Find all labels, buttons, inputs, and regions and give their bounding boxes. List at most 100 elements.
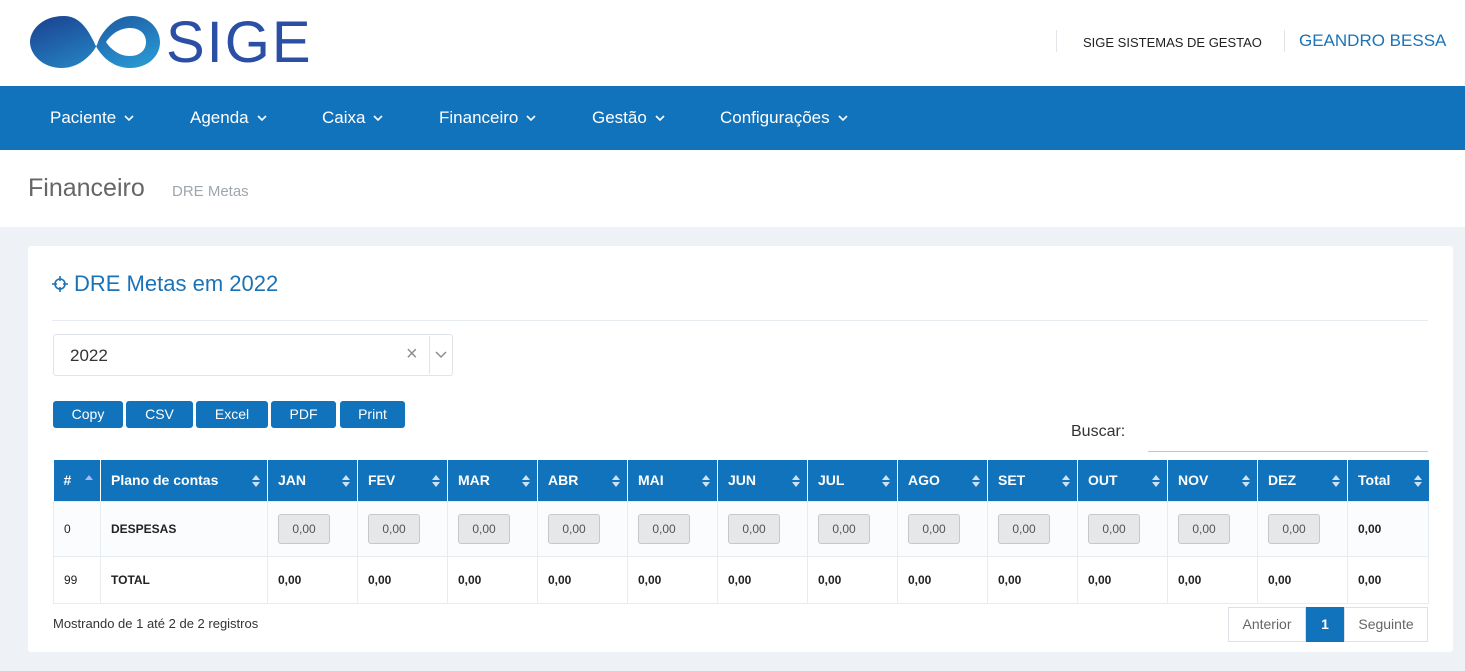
- search-input[interactable]: [1148, 416, 1428, 452]
- month-value-input[interactable]: 0,00: [1268, 513, 1320, 544]
- column-header-label: MAI: [638, 472, 664, 489]
- column-header-6[interactable]: MAI: [627, 460, 718, 501]
- column-header-10[interactable]: SET: [987, 460, 1078, 501]
- table-cell: 0,00: [267, 555, 358, 604]
- column-header-label: NOV: [1178, 472, 1209, 489]
- table-cell: 99: [53, 555, 101, 604]
- nav-item-agenda[interactable]: Agenda: [190, 86, 267, 150]
- table-cell: TOTAL: [100, 555, 268, 604]
- column-header-label: JUL: [818, 472, 845, 489]
- page-subtitle: DRE Metas: [172, 183, 249, 200]
- month-value-input[interactable]: 0,00: [368, 513, 420, 544]
- portlet-title: DRE Metas em 2022: [52, 271, 278, 297]
- excel-button[interactable]: Excel: [196, 401, 268, 428]
- month-value-input[interactable]: 0,00: [638, 513, 690, 544]
- nav-item-paciente[interactable]: Paciente: [50, 86, 134, 150]
- table-cell: 0,00: [987, 555, 1078, 604]
- select-separator: [429, 336, 430, 374]
- portlet-title-text: DRE Metas em 2022: [74, 271, 279, 296]
- column-header-9[interactable]: AGO: [897, 460, 988, 501]
- month-value-input[interactable]: 0,00: [1178, 513, 1230, 544]
- column-header-14[interactable]: Total: [1347, 460, 1429, 501]
- table-cell: 0,00: [1167, 500, 1258, 557]
- dre-table: # Plano de contas JAN FEV MAR ABR MAI JUN JUL AGO…: [53, 460, 1429, 604]
- pagination-page-1[interactable]: 1: [1306, 607, 1344, 642]
- chevron-down-icon: [124, 115, 134, 122]
- column-header-1[interactable]: Plano de contas: [100, 460, 268, 501]
- column-header-label: SET: [998, 472, 1026, 489]
- nav-item-label: Gestão: [592, 108, 647, 127]
- column-header-label: Total: [1358, 472, 1391, 489]
- month-value-input[interactable]: 0,00: [548, 513, 600, 544]
- year-select[interactable]: 2022 ×: [53, 334, 453, 376]
- table-cell: 0,00: [537, 555, 628, 604]
- table-cell: 0,00: [627, 500, 718, 557]
- table-cell: 0,00: [1167, 555, 1258, 604]
- column-header-3[interactable]: FEV: [357, 460, 448, 501]
- month-value-input[interactable]: 0,00: [458, 513, 510, 544]
- nav-item-gestao[interactable]: Gestão: [592, 86, 665, 150]
- table-cell: 0,00: [357, 555, 448, 604]
- column-header-13[interactable]: DEZ: [1257, 460, 1348, 501]
- pagination-next[interactable]: Seguinte: [1344, 607, 1428, 642]
- clear-icon[interactable]: ×: [406, 343, 418, 366]
- column-header-11[interactable]: OUT: [1077, 460, 1168, 501]
- nav-item-label: Agenda: [190, 108, 249, 127]
- user-menu[interactable]: GEANDRO BESSA: [1299, 31, 1446, 51]
- copy-button[interactable]: Copy: [53, 401, 123, 428]
- sort-icon: [882, 475, 890, 487]
- table-cell: 0,00: [1257, 555, 1348, 604]
- table-cell: 0,00: [1077, 500, 1168, 557]
- column-header-label: AGO: [908, 472, 940, 489]
- nav-item-financeiro[interactable]: Financeiro: [439, 86, 536, 150]
- sort-icon: [1332, 475, 1340, 487]
- column-header-label: MAR: [458, 472, 490, 489]
- column-header-4[interactable]: MAR: [447, 460, 538, 501]
- divider: [52, 320, 1428, 321]
- month-value-input[interactable]: 0,00: [998, 513, 1050, 544]
- sort-icon: [522, 475, 530, 487]
- column-header-0[interactable]: #: [53, 460, 101, 501]
- nav-item-configuracoes[interactable]: Configurações: [720, 86, 848, 150]
- column-header-7[interactable]: JUN: [717, 460, 808, 501]
- month-value-input[interactable]: 0,00: [908, 513, 960, 544]
- print-button[interactable]: Print: [340, 401, 405, 428]
- column-header-12[interactable]: NOV: [1167, 460, 1258, 501]
- pagination-prev[interactable]: Anterior: [1228, 607, 1306, 642]
- column-header-label: ABR: [548, 472, 579, 489]
- table-cell: 0,00: [717, 500, 808, 557]
- sort-icon: [612, 475, 620, 487]
- month-value-input[interactable]: 0,00: [818, 513, 870, 544]
- table-cell: 0,00: [1257, 500, 1348, 557]
- column-header-label: DEZ: [1268, 472, 1296, 489]
- sort-icon: [1242, 475, 1250, 487]
- chevron-down-icon[interactable]: [435, 350, 447, 360]
- search-label: Buscar:: [1071, 423, 1126, 440]
- month-value-input[interactable]: 0,00: [278, 513, 330, 544]
- column-header-label: FEV: [368, 472, 396, 489]
- sort-icon: [432, 475, 440, 487]
- table-cell: DESPESAS: [100, 500, 268, 557]
- pdf-button[interactable]: PDF: [271, 401, 336, 428]
- header-separator: [1056, 30, 1057, 52]
- company-name[interactable]: SIGE SISTEMAS DE GESTAO: [1083, 35, 1262, 50]
- column-header-2[interactable]: JAN: [267, 460, 358, 501]
- table-cell: 0: [53, 500, 101, 557]
- sige-logo[interactable]: SIGE: [26, 8, 311, 76]
- column-header-label: Plano de contas: [111, 472, 219, 489]
- year-select-value: 2022: [70, 346, 108, 365]
- table-cell: 0,00: [357, 500, 448, 557]
- column-header-5[interactable]: ABR: [537, 460, 628, 501]
- column-header-label: JUN: [728, 472, 757, 489]
- column-header-label: #: [63, 472, 72, 489]
- nav-item-caixa[interactable]: Caixa: [322, 86, 384, 150]
- sort-asc-icon: [85, 475, 93, 480]
- month-value-input[interactable]: 0,00: [1088, 513, 1140, 544]
- sort-icon: [792, 475, 800, 487]
- table-cell: 0,00: [627, 555, 718, 604]
- csv-button[interactable]: CSV: [126, 401, 193, 428]
- column-header-8[interactable]: JUL: [807, 460, 898, 501]
- table-header-row: # Plano de contas JAN FEV MAR ABR MAI JUN JUL AGO…: [53, 460, 1429, 501]
- table-cell: 0,00: [987, 500, 1078, 557]
- month-value-input[interactable]: 0,00: [728, 513, 780, 544]
